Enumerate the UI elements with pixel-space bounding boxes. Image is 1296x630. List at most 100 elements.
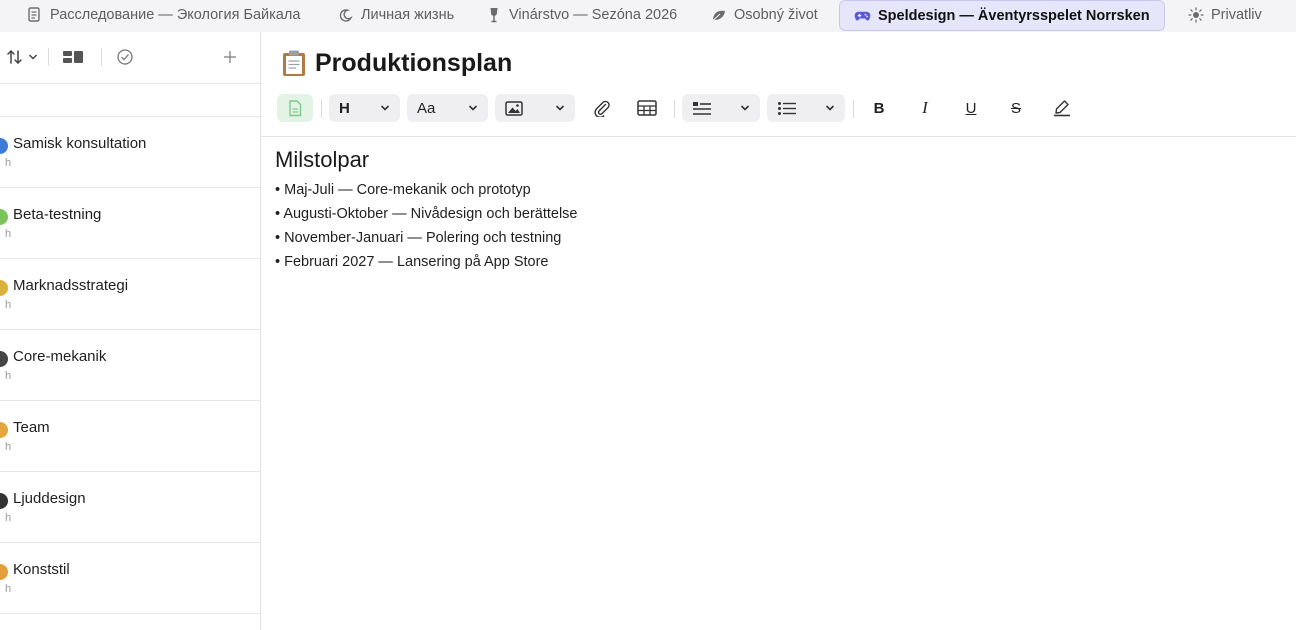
megaphone-icon xyxy=(0,280,8,296)
moon-icon xyxy=(337,7,354,24)
note-content[interactable]: Milstolpar Maj-Juli — Core-mekanik och p… xyxy=(275,148,578,274)
chevron-down-icon xyxy=(28,53,38,61)
tab-privatliv[interactable]: Privatliv xyxy=(1187,0,1262,30)
page-title-text: Produktionsplan xyxy=(315,48,513,77)
bold-button[interactable]: B xyxy=(865,94,893,122)
plus-icon xyxy=(222,49,238,65)
note-title: Marknadsstrategi xyxy=(13,277,129,294)
note-title: Team xyxy=(13,419,50,436)
chevron-down-icon xyxy=(555,104,565,112)
list-dropdown[interactable] xyxy=(767,94,845,122)
divider xyxy=(853,100,854,118)
chevron-down-icon xyxy=(740,104,750,112)
image-dropdown[interactable] xyxy=(495,94,575,122)
note-subtitle: h xyxy=(5,370,12,382)
note-title: Beta-testning xyxy=(13,206,102,223)
globe-icon xyxy=(0,138,8,154)
palette-icon xyxy=(0,564,8,580)
bold-label: B xyxy=(873,99,885,117)
block-format-dropdown[interactable] xyxy=(682,94,760,122)
chevron-down-icon xyxy=(468,104,478,112)
divider xyxy=(48,48,49,66)
bullet-list: Maj-Juli — Core-mekanik och prototyp Aug… xyxy=(275,178,578,274)
check-circle-icon xyxy=(116,48,134,66)
italic-button[interactable]: I xyxy=(911,94,939,122)
sidebar-toolbar xyxy=(0,32,260,84)
divider xyxy=(674,100,675,118)
gamepad-icon xyxy=(854,7,871,24)
table-icon xyxy=(637,100,657,116)
tab-winery[interactable]: Vinárstvo — Sezóna 2026 xyxy=(485,0,677,30)
attach-button[interactable] xyxy=(588,94,616,122)
note-subtitle: h xyxy=(5,157,12,169)
leaf-icon xyxy=(710,7,727,24)
joystick-icon xyxy=(0,351,8,367)
highlight-button[interactable] xyxy=(1048,94,1076,122)
view-mode-button[interactable] xyxy=(62,46,84,68)
tasks-filter-button[interactable] xyxy=(116,46,134,68)
sun-icon xyxy=(1187,7,1204,24)
divider xyxy=(321,100,322,118)
gallery-view-icon xyxy=(62,49,84,65)
document-icon xyxy=(26,7,43,24)
table-button[interactable] xyxy=(633,94,661,122)
strikethrough-button[interactable]: S xyxy=(1002,94,1030,122)
sort-button[interactable] xyxy=(6,46,38,68)
list-item[interactable]: Core-mekanik h xyxy=(0,330,260,401)
tab-game-design[interactable]: Speldesign — Äventyrsspelet Norrsken xyxy=(839,0,1165,31)
font-dropdown[interactable]: Aa xyxy=(407,94,488,122)
note-title: Samisk konsultation xyxy=(13,135,147,152)
editor: Produktionsplan H Aa B I U S Milstolpar … xyxy=(261,32,1296,630)
chevron-down-icon xyxy=(380,104,390,112)
sidebar-search-area[interactable] xyxy=(0,84,260,117)
note-subtitle: h xyxy=(5,441,12,453)
green-document-icon xyxy=(288,99,302,117)
tab-personal-life-sk[interactable]: Osobný život xyxy=(710,0,818,30)
formatting-toolbar: H Aa B I U S xyxy=(261,88,1296,137)
font-label: Aa xyxy=(417,99,436,117)
note-subtitle: h xyxy=(5,228,12,240)
underline-label: U xyxy=(965,99,977,117)
list-item: November-Januari — Polering och testning xyxy=(275,226,578,250)
tab-label: Privatliv xyxy=(1211,7,1262,23)
note-subtitle: h xyxy=(5,512,12,524)
add-note-button[interactable] xyxy=(222,46,238,68)
note-title: Core-mekanik xyxy=(13,348,107,365)
music-note-icon xyxy=(0,493,8,509)
highlighter-pen-icon xyxy=(1052,99,1072,117)
chevron-down-icon xyxy=(825,104,835,112)
note-type-button[interactable] xyxy=(277,94,313,122)
list-item: Augusti-Oktober — Nivådesign och berätte… xyxy=(275,202,577,226)
section-heading: Milstolpar xyxy=(275,147,370,172)
sort-arrows-icon xyxy=(6,48,26,66)
italic-label: I xyxy=(922,98,928,117)
people-icon xyxy=(0,422,8,438)
bullet-list-icon xyxy=(777,101,797,116)
page-title: Produktionsplan xyxy=(281,46,512,80)
sidebar: Samisk konsultation h Beta-testning h Ma… xyxy=(0,32,261,630)
test-tube-icon xyxy=(0,209,8,225)
note-subtitle: h xyxy=(5,583,12,595)
list-item: Maj-Juli — Core-mekanik och prototyp xyxy=(275,178,578,202)
list-item[interactable]: Samisk konsultation h xyxy=(0,117,260,188)
heading-label: H xyxy=(339,99,350,117)
note-title: Konststil xyxy=(13,561,70,578)
checklist-icon xyxy=(692,101,712,116)
list-item[interactable]: Beta-testning h xyxy=(0,188,260,259)
list-item[interactable]: Team h xyxy=(0,401,260,472)
wine-glass-icon xyxy=(485,7,502,24)
note-title: Ljuddesign xyxy=(13,490,86,507)
image-icon xyxy=(505,100,523,116)
tab-label: Speldesign — Äventyrsspelet Norrsken xyxy=(878,7,1150,24)
tab-label: Личная жизнь xyxy=(361,7,455,23)
list-item: Februari 2027 — Lansering på App Store xyxy=(275,250,578,274)
list-item[interactable]: Marknadsstrategi h xyxy=(0,259,260,330)
underline-button[interactable]: U xyxy=(957,94,985,122)
tab-label: Vinárstvo — Sezóna 2026 xyxy=(509,7,678,23)
tab-label: Расследование — Экология Байкала xyxy=(50,7,301,23)
heading-dropdown[interactable]: H xyxy=(329,94,400,122)
list-item[interactable]: Ljuddesign h xyxy=(0,472,260,543)
tab-personal-life-ru[interactable]: Личная жизнь xyxy=(337,0,454,30)
list-item[interactable]: Konststil h xyxy=(0,543,260,614)
tab-investigation[interactable]: Расследование — Экология Байкала xyxy=(26,0,300,30)
